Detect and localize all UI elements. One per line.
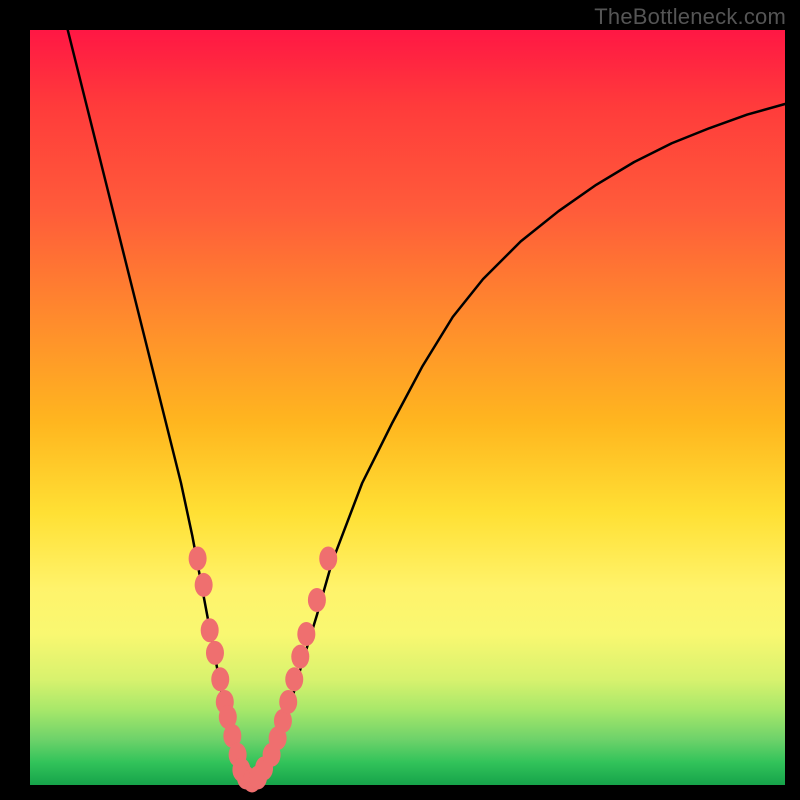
marker-dot <box>211 667 229 691</box>
plot-area <box>30 30 785 785</box>
marker-dot <box>308 588 326 612</box>
chart-frame: TheBottleneck.com <box>0 0 800 800</box>
marker-dot <box>285 667 303 691</box>
marker-dot <box>206 641 224 665</box>
marker-dot <box>201 618 219 642</box>
bottleneck-curve <box>68 30 785 785</box>
marker-dot <box>189 547 207 571</box>
marker-dot <box>319 547 337 571</box>
marker-dot <box>297 622 315 646</box>
highlight-markers <box>189 547 338 793</box>
marker-dot <box>291 645 309 669</box>
marker-dot <box>279 690 297 714</box>
watermark-text: TheBottleneck.com <box>594 4 786 30</box>
marker-dot <box>195 573 213 597</box>
curve-layer <box>30 30 785 785</box>
